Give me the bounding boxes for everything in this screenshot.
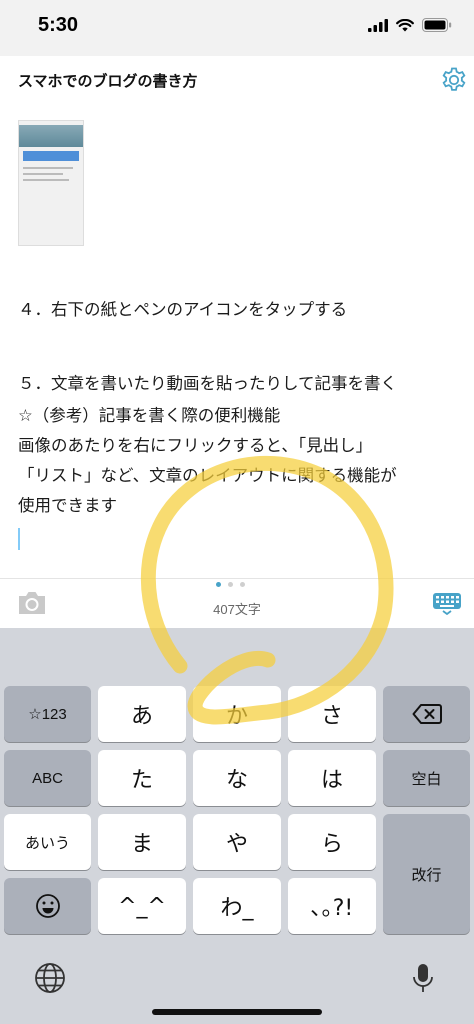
- return-key-label: 改行: [411, 866, 442, 884]
- thumbnail-banner: [23, 151, 79, 161]
- space-key[interactable]: 空白: [383, 750, 470, 806]
- text-cursor: [18, 528, 20, 550]
- screenshot-thumbnail[interactable]: [18, 120, 84, 246]
- return-key[interactable]: 改行: [383, 814, 470, 934]
- thumbnail-header: [19, 125, 83, 147]
- key-label: あ: [130, 704, 153, 729]
- editor-line[interactable]: ☆（参考）記事を書く際の便利機能: [18, 402, 280, 426]
- status-icons: [368, 18, 452, 32]
- backspace-icon: [412, 704, 442, 724]
- key-ra[interactable]: ら: [288, 814, 376, 870]
- page-indicator: [216, 582, 245, 587]
- thumbnail-line: [23, 179, 69, 181]
- globe-icon[interactable]: [30, 958, 70, 998]
- battery-icon: [422, 18, 452, 32]
- japanese-keyboard: ☆123 あ か さ ABC た な は 空白 あいう ま や ら 改行 ^_^…: [0, 628, 474, 1024]
- emoji-icon: [35, 894, 60, 918]
- key-label: ^_^: [118, 893, 166, 919]
- abc-key-label: ABC: [32, 769, 63, 787]
- key-label: か: [225, 704, 248, 729]
- key-label: ､｡?!: [310, 896, 354, 921]
- title-bar: スマホでのブログの書き方: [0, 56, 474, 105]
- editor-line[interactable]: 画像のあたりを右にフリックすると、「見出し」: [18, 432, 372, 456]
- keyboard-icon[interactable]: [432, 591, 462, 615]
- home-indicator: [152, 1009, 322, 1015]
- editor-line[interactable]: 「リスト」など、文章のレイアウトに関する機能が: [18, 462, 397, 486]
- key-label: た: [130, 768, 153, 793]
- emoji-key[interactable]: [4, 878, 91, 934]
- thumbnail-line: [23, 167, 73, 169]
- signal-icon: [368, 18, 388, 32]
- key-a[interactable]: あ: [98, 686, 186, 742]
- key-label: さ: [320, 704, 343, 729]
- editor-line[interactable]: ５．文章を書いたり動画を貼ったりして記事を書く: [18, 370, 397, 394]
- page-dot: [216, 582, 221, 587]
- key-kaomoji[interactable]: ^_^: [98, 878, 186, 934]
- symbols-key-label: ☆123: [28, 706, 67, 723]
- page-dot: [240, 582, 245, 587]
- gear-icon[interactable]: [440, 66, 468, 94]
- microphone-icon[interactable]: [403, 958, 443, 998]
- kana-mode-key[interactable]: あいう: [4, 814, 91, 870]
- wifi-icon: [396, 18, 414, 31]
- key-wa[interactable]: わ_: [193, 878, 281, 934]
- character-count: 407文字: [213, 602, 261, 617]
- key-sa[interactable]: さ: [288, 686, 376, 742]
- status-time: 5:30: [38, 14, 79, 36]
- editor-line[interactable]: ４．右下の紙とペンのアイコンをタップする: [18, 296, 347, 320]
- key-ha[interactable]: は: [288, 750, 376, 806]
- key-label: や: [225, 832, 248, 857]
- key-label: ま: [130, 832, 153, 857]
- key-na[interactable]: な: [193, 750, 281, 806]
- thumbnail-line: [23, 173, 63, 175]
- editor-toolbar: 407文字: [0, 578, 474, 629]
- kana-key-label: あいう: [24, 834, 70, 852]
- page-dot: [228, 582, 233, 587]
- abc-key[interactable]: ABC: [4, 750, 91, 806]
- key-ka[interactable]: か: [193, 686, 281, 742]
- key-label: わ_: [220, 896, 254, 921]
- key-punctuation[interactable]: ､｡?!: [288, 878, 376, 934]
- editor-line[interactable]: 使用できます: [18, 492, 117, 516]
- key-ya[interactable]: や: [193, 814, 281, 870]
- article-title[interactable]: スマホでのブログの書き方: [18, 70, 198, 91]
- symbols-key[interactable]: ☆123: [4, 686, 91, 742]
- space-key-label: 空白: [411, 770, 442, 788]
- key-label: ら: [320, 832, 343, 857]
- delete-key[interactable]: [383, 686, 470, 742]
- status-bar: 5:30: [0, 0, 474, 56]
- key-label: は: [320, 768, 343, 793]
- key-ta[interactable]: た: [98, 750, 186, 806]
- key-ma[interactable]: ま: [98, 814, 186, 870]
- key-label: な: [225, 768, 248, 793]
